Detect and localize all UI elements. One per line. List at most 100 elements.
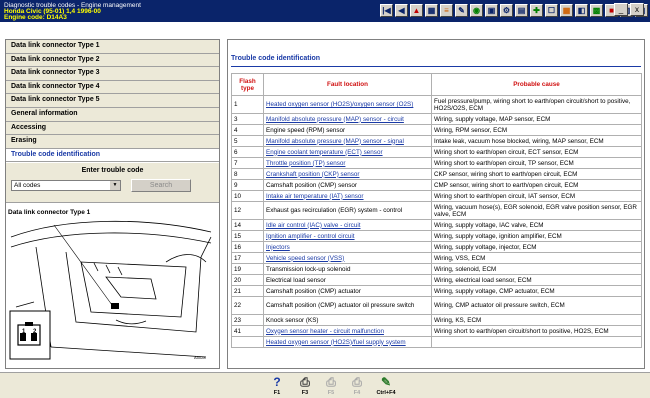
plus-icon[interactable]: ✚ [530, 4, 543, 17]
print-key-label: F3 [301, 390, 309, 396]
left-panel: Data link connector Type 1 Data link con… [5, 39, 220, 369]
fault-location-cell: Electrical load sensor [263, 274, 432, 286]
column-header-fault-location: Fault location [263, 73, 432, 96]
engine-code: Engine code: D14A3 [4, 14, 67, 21]
fault-location-cell[interactable]: Engine coolant temperature (ECT) sensor [263, 146, 432, 158]
menu-item-trouble-code-identification[interactable]: Trouble code identification [6, 148, 219, 163]
flash-code-cell: 20 [231, 274, 264, 286]
table-icon[interactable]: ▤ [515, 4, 528, 17]
print-preview-button[interactable]: ⎙ F5 [320, 375, 342, 396]
help-button[interactable]: ? F1 [266, 375, 288, 396]
first-icon[interactable]: |◀ [380, 4, 393, 17]
help-icon: ? [273, 375, 281, 389]
content-panel: Trouble code identification Flash type F… [227, 39, 645, 369]
table-header-row: Flash type Fault location Probable cause [231, 73, 642, 96]
chevron-down-icon[interactable]: ▼ [110, 181, 120, 190]
fault-location-cell: Knock sensor (KS) [263, 314, 432, 326]
trouble-code-select[interactable]: All codes ▼ [11, 180, 121, 191]
fault-location-cell[interactable]: Vehicle speed sensor (VSS) [263, 252, 432, 264]
flash-code-cell: 5 [231, 135, 264, 147]
menu-item-dlc-type-1[interactable]: Data link connector Type 1 [6, 40, 219, 54]
flash-code-cell: 15 [231, 230, 264, 242]
search-title: Enter trouble code [81, 167, 144, 174]
table-row: 3 Manifold absolute pressure (MAP) sensor… [231, 113, 642, 125]
fault-location-cell: Exhaust gas recirculation (EGR) system -… [263, 201, 432, 220]
fault-location-cell[interactable]: Heated oxygen sensor (HO2S)/fuel supply … [263, 336, 432, 348]
menu-item-dlc-type-2[interactable]: Data link connector Type 2 [6, 53, 219, 68]
fault-location-cell[interactable]: Oxygen sensor heater - circuit malfuncti… [263, 325, 432, 337]
chart-icon[interactable]: ▩ [590, 4, 603, 17]
flash-code-cell: 21 [231, 285, 264, 297]
copy-key-label: F4 [353, 390, 361, 396]
fault-location-cell[interactable]: Idle air control (IAC) valve - circuit [263, 219, 432, 231]
flash-code-cell: 12 [231, 201, 264, 220]
grid-icon[interactable]: ▦ [425, 4, 438, 17]
fault-location-cell: Transmission lock-up solenoid [263, 263, 432, 275]
fault-location-cell[interactable]: Injectors [263, 241, 432, 253]
probable-cause-cell: Fuel pressure/pump, wiring short to eart… [431, 95, 642, 114]
fault-location-cell[interactable]: Throttle position (TP) sensor [263, 157, 432, 169]
gauge-icon[interactable]: ◉ [470, 4, 483, 17]
print-button[interactable]: ⎙ F3 [294, 375, 316, 396]
search-button[interactable]: Search [131, 179, 191, 192]
pencil-icon[interactable]: ✎ [455, 4, 468, 17]
flash-code-cell: 1 [231, 95, 264, 114]
back-icon[interactable]: ◀ [395, 4, 408, 17]
table-row: 20 Electrical load sensor Wiring, electric… [231, 274, 642, 286]
flash-code-cell: 14 [231, 219, 264, 231]
fault-location-cell[interactable]: Manifold absolute pressure (MAP) sensor … [263, 113, 432, 125]
fault-location-cell[interactable]: Crankshaft position (CKP) sensor [263, 168, 432, 180]
menu-item-general-information[interactable]: General information [6, 107, 219, 122]
copy-button[interactable]: ⎙ F4 [346, 375, 368, 396]
box-icon[interactable]: ☐ [545, 4, 558, 17]
fault-location-cell[interactable]: Heated oxygen sensor (HO2S)/oxygen senso… [263, 95, 432, 114]
probable-cause-cell: Wiring, supply voltage, ignition amplifi… [431, 230, 642, 242]
probable-cause-cell: Wiring, supply voltage, CMP actuator, EC… [431, 285, 642, 297]
edit-icon: ✎ [380, 375, 392, 389]
warning-icon[interactable]: ▲ [410, 4, 423, 17]
fault-location-cell: Camshaft position (CMP) actuator [263, 285, 432, 297]
probable-cause-cell: Wiring short to earth/open circuit, ECT … [431, 146, 642, 158]
panel-icon[interactable]: ▣ [485, 4, 498, 17]
fault-location-cell[interactable]: Manifold absolute pressure (MAP) sensor … [263, 135, 432, 147]
edit-button[interactable]: ✎ Ctrl+F4 [372, 375, 400, 396]
probable-cause-cell: Wiring, CMP actuator oil pressure switch… [431, 296, 642, 315]
close-button[interactable]: x [630, 3, 644, 16]
flash-code-cell: 22 [231, 296, 264, 315]
menu-item-dlc-type-4[interactable]: Data link connector Type 4 [6, 80, 219, 95]
table-row: 10 Intake air temperature (IAT) sensor Wir… [231, 190, 642, 202]
gear-icon[interactable]: ⚙ [500, 4, 513, 17]
flash-code-cell: 17 [231, 252, 264, 264]
menu-item-erasing[interactable]: Erasing [6, 135, 219, 149]
menu-item-dlc-type-3[interactable]: Data link connector Type 3 [6, 67, 219, 81]
flash-code-cell: 6 [231, 146, 264, 158]
column-header-probable-cause: Probable cause [431, 73, 642, 96]
split-icon[interactable]: ◧ [575, 4, 588, 17]
probable-cause-cell: Wiring short to earth/open circuit, IAT … [431, 190, 642, 202]
probable-cause-cell: Wiring, electrical load sensor, ECM [431, 274, 642, 286]
table-row: 17 Vehicle speed sensor (VSS) Wiring, VSS,… [231, 252, 642, 264]
illustration-title: Data link connector Type 1 [8, 209, 91, 216]
probable-cause-cell: Wiring, supply voltage, IAC valve, ECM [431, 219, 642, 231]
flash-code-cell: 9 [231, 179, 264, 191]
list-icon[interactable]: ≡ [440, 4, 453, 17]
probable-cause-cell: Wiring, RPM sensor, ECM [431, 124, 642, 136]
heading-divider [231, 66, 641, 67]
probable-cause-cell: Intake leak, vacuum hose blocked, wiring… [431, 135, 642, 147]
probable-cause-cell: Wiring, solenoid, ECM [431, 263, 642, 275]
flash-code-cell: 8 [231, 168, 264, 180]
print-preview-key-label: F5 [327, 390, 335, 396]
matrix-icon[interactable]: ▦ [560, 4, 573, 17]
dashboard-drawing [9, 220, 212, 360]
table-row: 16 Injectors Wiring, supply voltage, injec… [231, 241, 642, 253]
table-row: 8 Crankshaft position (CKP) sensor CKP sen… [231, 168, 642, 180]
menu-item-dlc-type-5[interactable]: Data link connector Type 5 [6, 94, 219, 108]
menu-item-accessing[interactable]: Accessing [6, 121, 219, 136]
fault-location-cell[interactable]: Intake air temperature (IAT) sensor [263, 190, 432, 202]
trouble-code-table: Flash type Fault location Probable cause… [231, 73, 642, 348]
table-row: 4 Engine speed (RPM) sensor Wiring, RPM se… [231, 124, 642, 136]
fault-location-cell[interactable]: Ignition amplifier - control circuit [263, 230, 432, 242]
flash-code-cell: 7 [231, 157, 264, 169]
minimize-button[interactable]: _ [614, 3, 628, 16]
probable-cause-cell: Wiring, supply voltage, injector, ECM [431, 241, 642, 253]
